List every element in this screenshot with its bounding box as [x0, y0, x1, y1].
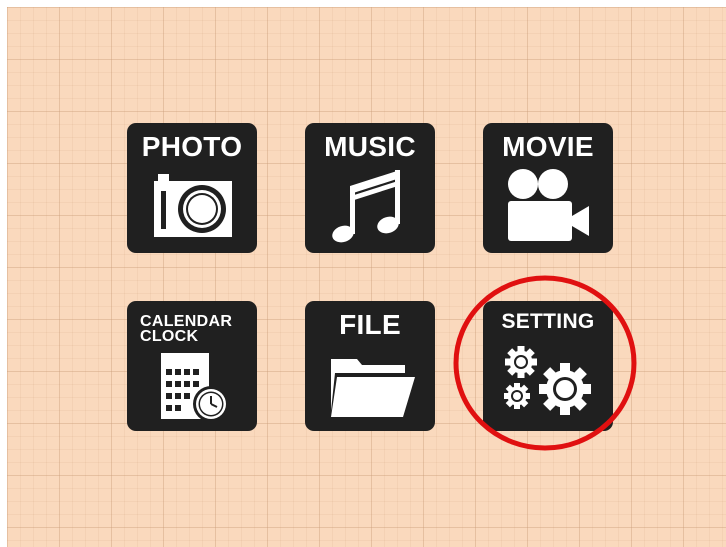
movie-camera-icon: [508, 169, 589, 241]
menu-screen: PHOTO MUSIC MOVIE CALENDAR CLOCK FILE SE…: [7, 7, 726, 547]
file-tile[interactable]: FILE: [305, 301, 435, 431]
camera-icon: [154, 174, 232, 237]
calendar-clock-tile[interactable]: CALENDAR CLOCK: [127, 301, 257, 431]
music-note-icon: [332, 170, 400, 243]
music-tile[interactable]: MUSIC: [305, 123, 435, 253]
photo-tile[interactable]: PHOTO: [127, 123, 257, 253]
gears-icon: [504, 346, 591, 415]
movie-tile[interactable]: MOVIE: [483, 123, 613, 253]
folder-icon: [331, 359, 415, 417]
calendar-clock-icon: [161, 353, 229, 422]
highlight-circle: [453, 275, 637, 451]
setting-tile[interactable]: SETTING: [483, 301, 613, 431]
